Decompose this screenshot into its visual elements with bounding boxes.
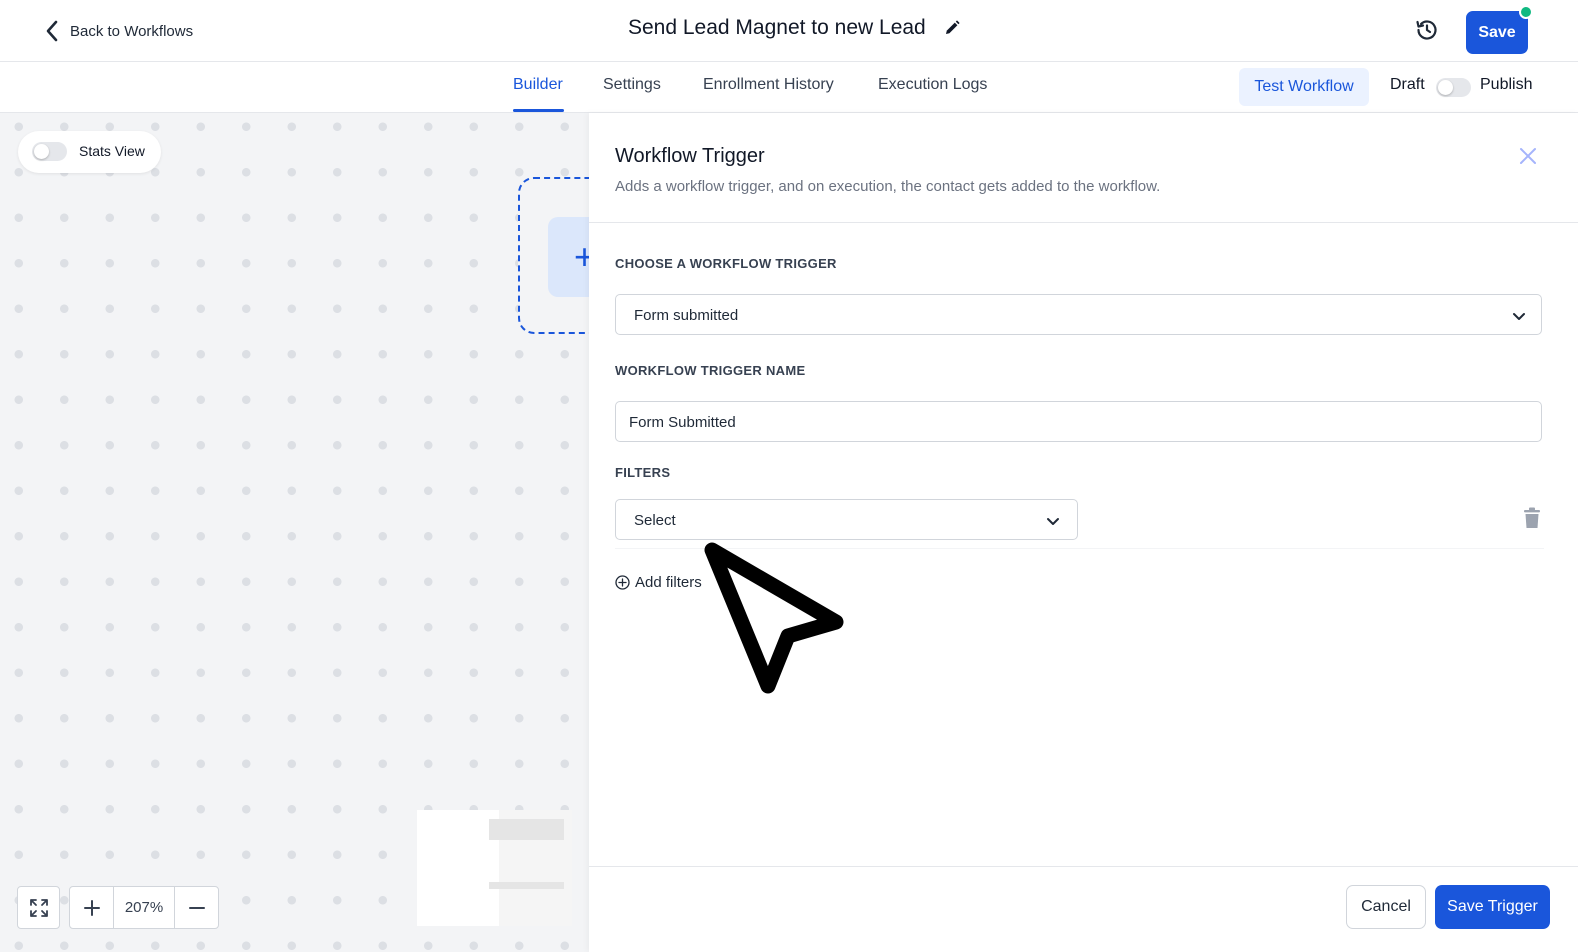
tab-execution-logs[interactable]: Execution Logs [878,76,987,94]
filter-row: FILTERS Select [615,459,1544,549]
tab-builder[interactable]: Builder [513,76,563,94]
minimap-viewport [417,810,499,926]
back-to-workflows-link[interactable]: Back to Workflows [44,20,193,42]
stats-view-label: Stats View [79,143,145,159]
zoom-out-button[interactable] [175,887,218,928]
trigger-type-value: Form submitted [634,307,739,324]
unsaved-status-dot [1519,5,1533,19]
save-button[interactable]: Save [1466,11,1528,54]
workflow-title-group: Send Lead Magnet to new Lead [628,16,960,40]
panel-footer: Cancel Save Trigger [589,866,1578,952]
publish-toggle[interactable] [1436,78,1471,97]
filters-label: FILTERS [615,465,671,480]
workflow-canvas[interactable]: Stats View + 207% [0,113,608,952]
tab-settings[interactable]: Settings [603,76,661,94]
trigger-type-select[interactable]: Form submitted [615,294,1542,335]
minimap[interactable] [417,810,572,926]
draft-label: Draft [1390,76,1425,93]
zoom-controls: 207% [17,886,219,929]
save-trigger-button[interactable]: Save Trigger [1435,885,1550,929]
choose-trigger-label: CHOOSE A WORKFLOW TRIGGER [615,256,837,271]
tab-enrollment-history[interactable]: Enrollment History [703,76,834,94]
trigger-name-value: Form Submitted [629,414,736,431]
filter-select-value: Select [634,512,676,529]
minimap-node [489,819,564,840]
plus-circle-icon [615,575,630,590]
close-icon[interactable] [1518,146,1538,166]
chevron-down-icon [1047,518,1059,525]
stats-view-toggle[interactable] [32,142,67,161]
test-workflow-button[interactable]: Test Workflow [1239,68,1369,106]
cancel-button[interactable]: Cancel [1346,885,1426,929]
panel-title: Workflow Trigger [615,145,765,167]
fit-to-screen-button[interactable] [17,886,60,929]
stats-view-control: Stats View [18,131,161,173]
expand-icon [29,898,48,917]
trigger-panel: Workflow Trigger Adds a workflow trigger… [589,113,1578,952]
active-tab-indicator [513,109,564,112]
plus-icon [83,899,100,916]
top-bar: Back to Workflows Send Lead Magnet to ne… [0,0,1578,62]
panel-header: Workflow Trigger Adds a workflow trigger… [589,113,1578,223]
workflow-title: Send Lead Magnet to new Lead [628,16,926,39]
edit-pencil-icon[interactable] [944,20,960,36]
publish-label: Publish [1480,76,1533,93]
chevron-down-icon [1513,313,1525,320]
minimap-node [489,882,564,889]
trigger-name-label: WORKFLOW TRIGGER NAME [615,363,806,378]
history-clock-icon[interactable] [1414,17,1440,43]
panel-subtitle: Adds a workflow trigger, and on executio… [615,178,1161,195]
add-filters-label: Add filters [635,574,702,591]
add-filters-link[interactable]: Add filters [615,574,702,591]
trigger-name-input[interactable]: Form Submitted [615,401,1542,442]
trash-icon[interactable] [1523,507,1541,529]
tab-bar: Builder Settings Enrollment History Exec… [0,62,1578,113]
filter-select[interactable]: Select [615,499,1078,540]
minus-icon [188,906,205,909]
chevron-left-icon [46,20,58,42]
back-label: Back to Workflows [70,22,194,40]
zoom-in-button[interactable] [70,887,113,928]
zoom-level: 207% [113,887,175,928]
zoom-group: 207% [69,886,219,929]
